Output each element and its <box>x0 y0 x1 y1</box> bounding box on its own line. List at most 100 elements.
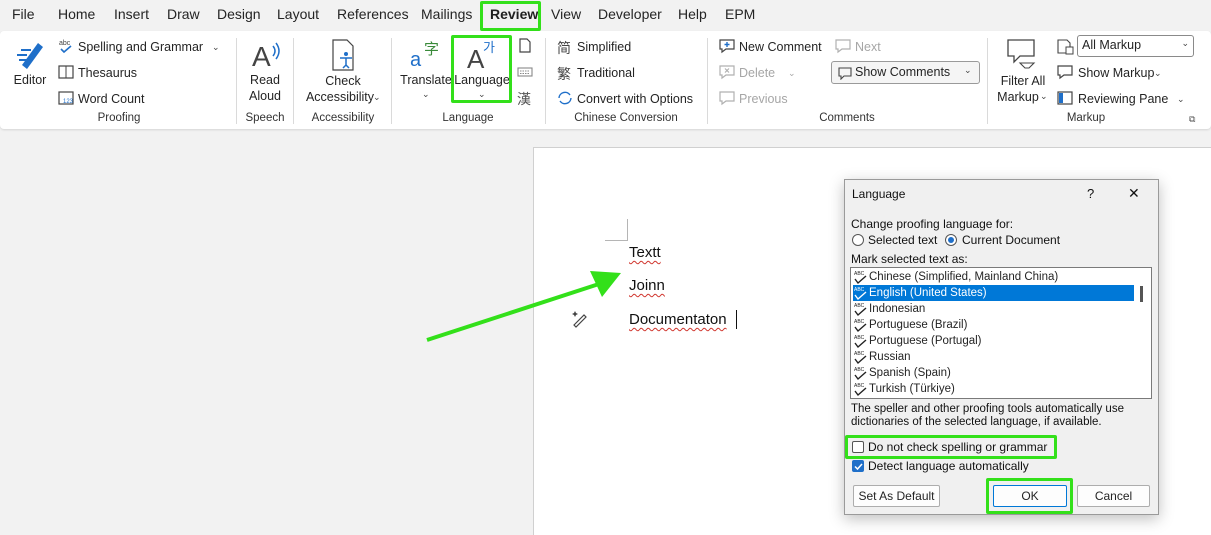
filter-markup-label-1[interactable]: Filter All <box>1001 73 1045 89</box>
check-accessibility-label-1[interactable]: Check <box>325 73 360 89</box>
editor-button[interactable]: Editor <box>14 72 47 88</box>
show-markup-button[interactable]: Show Markup <box>1078 66 1154 80</box>
group-label-accessibility: Accessibility <box>311 112 375 124</box>
dialog-title: Language <box>852 187 906 201</box>
chevron-down-icon[interactable]: ⌄ <box>212 42 220 53</box>
convert-options-button[interactable]: Convert with Options <box>577 92 693 106</box>
tab-developer[interactable]: Developer <box>598 6 662 22</box>
list-item[interactable]: ABC Chinese (Simplified, Mainland China) <box>853 269 1134 285</box>
group-label-speech: Speech <box>245 112 285 124</box>
chevron-down-icon[interactable]: ⌄ <box>422 89 430 100</box>
spelling-grammar-button[interactable]: Spelling and Grammar <box>78 40 203 54</box>
list-item[interactable]: ABC Portuguese (Portugal) <box>853 333 1134 349</box>
tab-layout[interactable]: Layout <box>277 6 319 22</box>
document-line-3[interactable]: Documentaton <box>629 311 727 328</box>
word-count-button[interactable]: Word Count <box>78 92 144 106</box>
annotation-arrow <box>426 271 621 342</box>
tab-help[interactable]: Help <box>678 6 707 22</box>
list-item[interactable]: ABC Indonesian <box>853 301 1134 317</box>
tab-design[interactable]: Design <box>217 6 261 22</box>
info-text-line-1: The speller and other proofing tools aut… <box>851 403 1124 415</box>
dialog-launcher-icon[interactable]: ⧉ <box>1189 114 1195 125</box>
list-item[interactable]: ABC Portuguese (Brazil) <box>853 317 1134 333</box>
thesaurus-button[interactable]: Thesaurus <box>78 66 137 80</box>
next-comment-button[interactable]: Next <box>855 40 881 54</box>
detect-language-checkbox[interactable] <box>852 460 864 472</box>
ribbon-divider <box>391 38 392 124</box>
new-comment-icon <box>719 39 735 54</box>
list-item-selected[interactable]: ABC English (United States) <box>853 285 1134 301</box>
check-accessibility-label-2[interactable]: Accessibility <box>306 89 374 105</box>
ribbon-divider <box>987 38 988 124</box>
spellcheck-icon: ABC <box>854 303 867 317</box>
list-item-label: Russian <box>869 351 911 363</box>
list-item[interactable]: ABC Turkish (Türkiye) <box>853 381 1134 397</box>
tab-references[interactable]: References <box>337 6 409 22</box>
chevron-down-icon[interactable]: ⌄ <box>1177 94 1185 105</box>
accessibility-check-icon <box>332 39 354 71</box>
tab-view[interactable]: View <box>551 6 581 22</box>
read-aloud-label-1[interactable]: Read <box>250 72 280 88</box>
selected-text-radio[interactable] <box>852 234 864 246</box>
tab-insert[interactable]: Insert <box>114 6 149 22</box>
cancel-button[interactable]: Cancel <box>1077 485 1150 507</box>
ribbon-divider <box>236 38 237 124</box>
show-comments-dropdown[interactable]: Show Comments ⌄ <box>831 61 980 84</box>
chevron-down-icon[interactable]: ⌄ <box>373 92 381 103</box>
list-item[interactable]: ABC Russian <box>853 349 1134 365</box>
do-not-check-checkbox[interactable] <box>852 441 864 453</box>
all-markup-label: All Markup <box>1082 38 1142 52</box>
list-item-label: Chinese (Simplified, Mainland China) <box>869 271 1059 283</box>
change-proofing-label: Change proofing language for: <box>851 217 1014 231</box>
new-comment-button[interactable]: New Comment <box>739 40 822 54</box>
svg-text:가: 가 <box>483 41 495 56</box>
do-not-check-label[interactable]: Do not check spelling or grammar <box>868 440 1047 454</box>
detect-language-label[interactable]: Detect language automatically <box>868 459 1029 473</box>
read-aloud-label-2[interactable]: Aloud <box>249 88 281 104</box>
selected-text-label[interactable]: Selected text <box>868 233 937 247</box>
checkmark-icon <box>854 463 863 471</box>
tab-home[interactable]: Home <box>58 6 95 22</box>
all-markup-dropdown[interactable]: All Markup ⌄ <box>1077 35 1194 57</box>
document-line-2[interactable]: Joinn <box>629 277 665 294</box>
tab-epm[interactable]: EPM <box>725 6 755 22</box>
traditional-icon: 繁 <box>557 66 571 82</box>
listbox-scrollbar-thumb[interactable] <box>1140 286 1143 302</box>
spellcheck-icon: ABC <box>854 271 867 285</box>
language-listbox[interactable]: ABC Chinese (Simplified, Mainland China)… <box>850 267 1152 399</box>
current-document-label[interactable]: Current Document <box>962 233 1060 247</box>
traditional-button[interactable]: Traditional <box>577 66 635 80</box>
close-icon[interactable]: ✕ <box>1128 185 1140 202</box>
read-aloud-icon: A <box>252 41 280 72</box>
delete-comment-button[interactable]: Delete <box>739 66 775 80</box>
margin-corner-mark <box>605 219 628 241</box>
help-icon[interactable]: ? <box>1087 186 1094 201</box>
spellcheck-icon: ABC <box>854 335 867 349</box>
chevron-down-icon[interactable]: ⌄ <box>1040 91 1048 102</box>
set-as-default-button[interactable]: Set As Default <box>853 485 940 507</box>
simplified-button[interactable]: Simplified <box>577 40 631 54</box>
previous-comment-button[interactable]: Previous <box>739 92 788 106</box>
language-button[interactable]: Language <box>454 72 510 88</box>
chevron-down-icon[interactable]: ⌄ <box>478 89 486 100</box>
list-item[interactable]: ABC Spanish (Spain) <box>853 365 1134 381</box>
document-line-1[interactable]: Textt <box>629 244 661 261</box>
tab-file[interactable]: File <box>12 6 35 22</box>
chevron-down-icon[interactable]: ⌄ <box>788 68 796 79</box>
ok-button[interactable]: OK <box>993 485 1067 507</box>
tab-mailings[interactable]: Mailings <box>421 6 472 22</box>
translate-button[interactable]: Translate <box>400 72 452 88</box>
translate-icon: a 字 <box>410 40 439 70</box>
group-label-proofing: Proofing <box>97 112 141 124</box>
filter-markup-label-2[interactable]: Markup <box>997 89 1039 105</box>
reviewing-pane-button[interactable]: Reviewing Pane <box>1078 92 1168 106</box>
convert-options-icon <box>558 91 572 105</box>
svg-text:A: A <box>252 41 271 72</box>
current-document-radio[interactable] <box>945 234 957 246</box>
editor-icon <box>17 43 43 69</box>
tab-draw[interactable]: Draw <box>167 6 200 22</box>
previous-comment-icon <box>719 91 735 106</box>
chevron-down-icon[interactable]: ⌄ <box>1154 68 1162 79</box>
hanja-icon[interactable]: 漢 <box>517 89 531 109</box>
tab-review[interactable]: Review <box>490 6 538 22</box>
